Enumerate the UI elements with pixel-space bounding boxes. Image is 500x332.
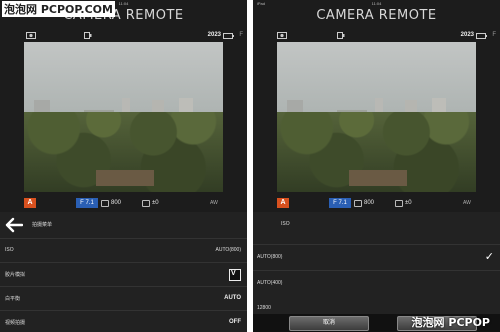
back-arrow-icon[interactable]: [5, 217, 23, 233]
quality-icon: [84, 32, 92, 41]
iso-option-label: AUTO(400): [257, 280, 283, 286]
shooting-settings-bar: A F 7.1 800 ±0 AW: [0, 197, 247, 209]
status-time: 11:04: [371, 1, 382, 6]
status-bar: iPad 11:04: [253, 0, 500, 7]
film-simulation-icon: [229, 269, 241, 281]
exposure-comp-icon: [142, 200, 150, 207]
shots-remaining: 2023: [207, 32, 221, 38]
menu-item-label: 白平衡: [5, 296, 21, 302]
iso-option-label: 12800: [257, 305, 271, 311]
iso-value[interactable]: 800: [364, 198, 374, 208]
menu-title: ISO: [281, 221, 290, 227]
exposure-comp-value[interactable]: ±0: [405, 198, 412, 208]
menu-item-value: OFF: [229, 319, 241, 325]
menu-item-label: 胶片模拟: [5, 272, 26, 278]
menu-item-film-simulation[interactable]: 胶片模拟: [0, 262, 247, 287]
iso-value[interactable]: 800: [111, 198, 121, 208]
camera-mode-icon: [277, 32, 287, 41]
camera-info-bar: 2023 F: [0, 31, 247, 41]
iso-icon: [354, 200, 362, 207]
battery-icon: [476, 33, 487, 39]
shooting-menu: 拍摄菜单 ISO AUTO(800) 胶片模拟 白平衡 AUTO 视频拍摄 OF…: [0, 212, 247, 332]
exposure-comp-value[interactable]: ±0: [152, 198, 159, 208]
app-title: CAMERA REMOTE: [316, 8, 437, 23]
menu-header: 拍摄菜单: [0, 212, 247, 238]
aperture-value[interactable]: F 7.1: [329, 198, 351, 208]
left-screen: 11:04 CAMERA REMOTE 2023 F A F 7.1 800 ±…: [0, 0, 247, 332]
menu-item-label: 视频拍摄: [5, 320, 26, 326]
shooting-mode-badge[interactable]: A: [24, 198, 36, 208]
iso-option[interactable]: AUTO(400): [253, 270, 500, 295]
exposure-comp-icon: [395, 200, 403, 207]
camera-mode-icon: [26, 32, 36, 41]
white-balance-indicator: AW: [210, 200, 218, 206]
screenshot-stage: 11:04 CAMERA REMOTE 2023 F A F 7.1 800 ±…: [0, 0, 500, 332]
iso-option-label: AUTO(800): [257, 254, 283, 260]
live-view-image: [24, 42, 223, 192]
right-screen: iPad 11:04 CAMERA REMOTE 2023 F A F 7.1 …: [253, 0, 500, 332]
checkmark-icon: ✓: [484, 251, 494, 263]
film-label: F: [492, 32, 496, 38]
shooting-mode-badge[interactable]: A: [277, 198, 289, 208]
film-label: F: [239, 32, 243, 38]
aperture-value[interactable]: F 7.1: [76, 198, 98, 208]
menu-header: ISO: [253, 212, 500, 238]
iso-option[interactable]: AUTO(800) ✓: [253, 244, 500, 269]
live-view-image: [277, 42, 476, 192]
cancel-button[interactable]: 取消: [289, 316, 369, 331]
menu-item-value: AUTO: [224, 295, 241, 301]
shots-remaining: 2023: [460, 32, 474, 38]
shooting-settings-bar: A F 7.1 800 ±0 AW: [253, 197, 500, 209]
watermark-bottom: 泡泡网 PCPOP: [411, 316, 490, 329]
menu-item-iso[interactable]: ISO AUTO(800): [0, 238, 247, 263]
camera-info-bar: 2023 F: [253, 31, 500, 41]
menu-item-label: ISO: [5, 247, 14, 253]
iso-icon: [101, 200, 109, 207]
quality-icon: [337, 32, 345, 41]
battery-icon: [223, 33, 234, 39]
menu-item-value: AUTO(800): [215, 247, 241, 253]
white-balance-indicator: AW: [463, 200, 471, 206]
menu-item-movie[interactable]: 视频拍摄 OFF: [0, 310, 247, 332]
menu-item-white-balance[interactable]: 白平衡 AUTO: [0, 286, 247, 311]
menu-title: 拍摄菜单: [32, 222, 53, 228]
watermark-top: 泡泡网 PCPOP.COM: [2, 1, 115, 17]
